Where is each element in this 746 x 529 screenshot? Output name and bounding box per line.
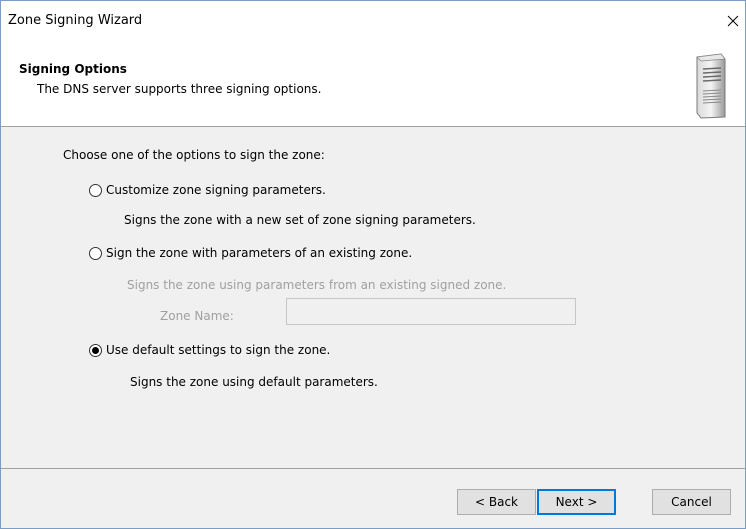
page-subtitle: The DNS server supports three signing op… [37, 82, 322, 96]
instruction-text: Choose one of the options to sign the zo… [63, 148, 325, 162]
radio-button-selected[interactable] [89, 343, 102, 357]
wizard-window: Zone Signing Wizard Signing Options The … [0, 0, 746, 529]
title-bar: Zone Signing Wizard [1, 1, 745, 41]
radio-button[interactable] [89, 246, 102, 260]
wizard-content: Choose one of the options to sign the zo… [1, 127, 745, 468]
server-icon [696, 53, 726, 119]
option-label: Use default settings to sign the zone. [106, 343, 331, 357]
window-title: Zone Signing Wizard [8, 13, 143, 28]
option-description: Signs the zone using default parameters. [130, 375, 378, 389]
option-description: Signs the zone with a new set of zone si… [124, 213, 476, 227]
zone-name-field[interactable] [286, 298, 576, 325]
next-button[interactable]: Next > [537, 489, 616, 515]
footer-divider [1, 468, 745, 469]
close-icon[interactable] [721, 6, 745, 36]
option-label: Sign the zone with parameters of an exis… [106, 246, 413, 260]
option-customize-radio[interactable]: Customize zone signing parameters. [89, 183, 326, 197]
option-label: Customize zone signing parameters. [106, 183, 326, 197]
page-title: Signing Options [19, 62, 127, 76]
back-button[interactable]: < Back [457, 489, 536, 515]
wizard-header: Signing Options The DNS server supports … [1, 41, 745, 127]
option-default-radio[interactable]: Use default settings to sign the zone. [89, 343, 330, 357]
option-existing-zone-radio[interactable]: Sign the zone with parameters of an exis… [89, 246, 412, 260]
option-description: Signs the zone using parameters from an … [127, 278, 507, 292]
cancel-button[interactable]: Cancel [652, 489, 731, 515]
radio-button[interactable] [89, 183, 102, 197]
zone-name-label: Zone Name: [160, 309, 234, 323]
